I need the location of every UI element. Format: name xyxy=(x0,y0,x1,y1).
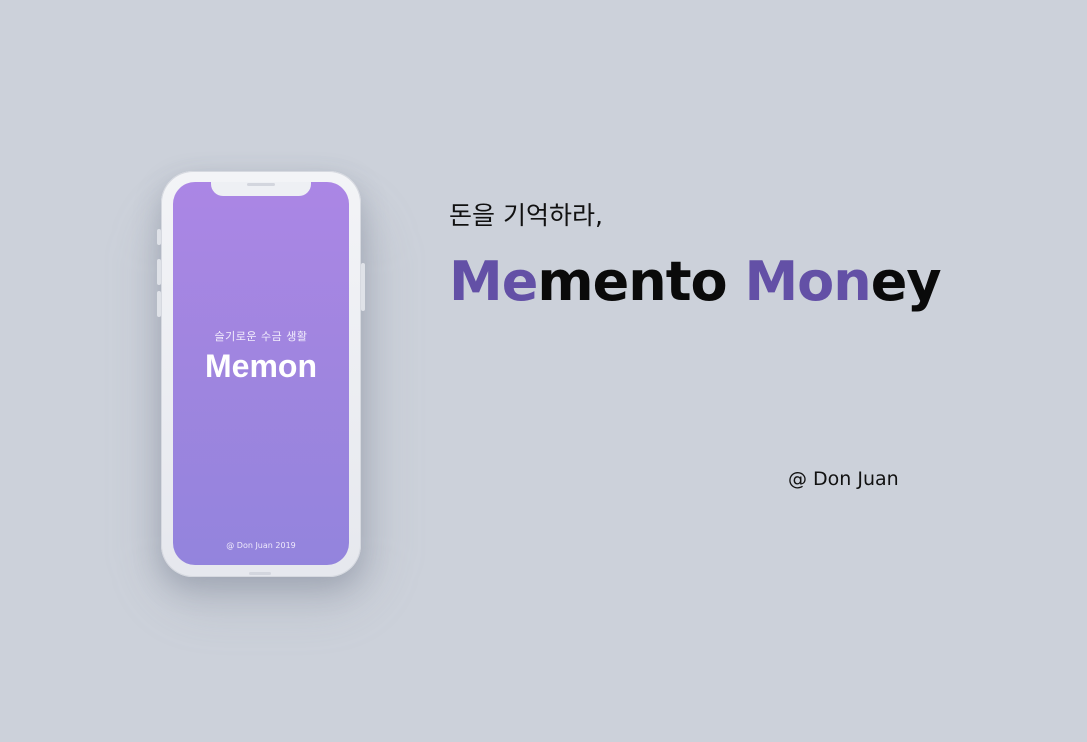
hero-subtitle: 돈을 기억하라, xyxy=(449,201,603,230)
headline-ey: ey xyxy=(870,250,942,313)
presentation-slide: 슬기로운 수금 생활 Memon @ Don Juan 2019 돈을 기억하라… xyxy=(0,0,1087,742)
app-logo: Memon xyxy=(205,348,317,384)
phone-silent-switch xyxy=(157,229,161,245)
headline-accent-mon: Mon xyxy=(744,250,871,313)
phone-home-indicator xyxy=(249,572,271,575)
phone-speaker xyxy=(247,183,275,186)
phone-volume-up-button xyxy=(157,259,161,285)
author-credit: @ Don Juan xyxy=(788,468,899,490)
phone-mockup: 슬기로운 수금 생활 Memon @ Don Juan 2019 xyxy=(157,171,365,577)
phone-notch xyxy=(211,182,311,196)
headline-accent-me: Me xyxy=(449,250,538,313)
app-copyright: @ Don Juan 2019 xyxy=(226,541,296,550)
headline-mento: mento xyxy=(537,250,727,313)
phone-volume-down-button xyxy=(157,291,161,317)
app-tagline: 슬기로운 수금 생활 xyxy=(214,330,308,343)
phone-screen: 슬기로운 수금 생활 Memon @ Don Juan 2019 xyxy=(173,182,349,565)
phone-power-button xyxy=(361,263,365,311)
hero-headline: Memento Money xyxy=(449,250,942,313)
